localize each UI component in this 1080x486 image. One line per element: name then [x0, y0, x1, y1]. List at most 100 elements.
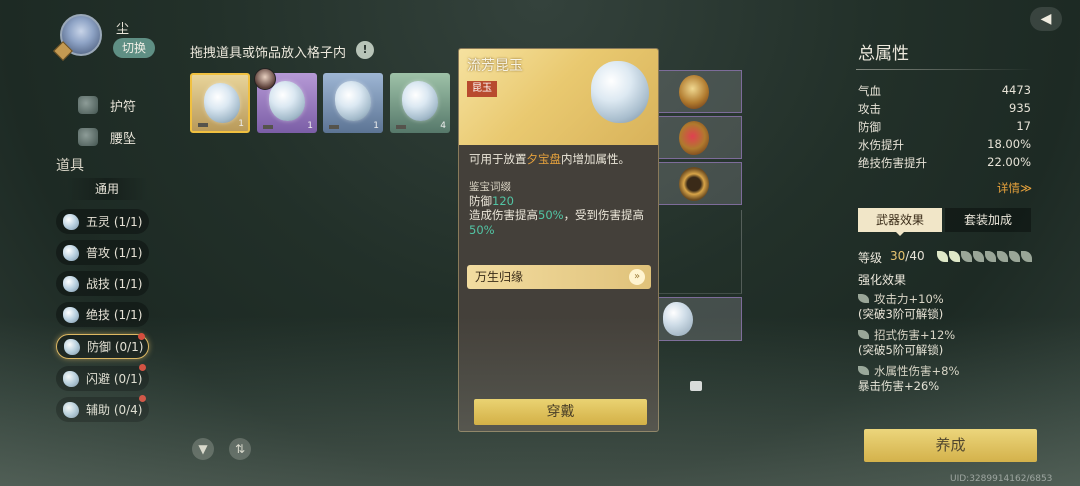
sort-icon[interactable]: ⇅	[229, 438, 251, 460]
equipped-by-avatar	[254, 68, 276, 90]
enhance-title: 强化效果	[858, 273, 907, 287]
affix-defense: 防御120	[469, 194, 514, 208]
switch-character-button[interactable]: 切换	[113, 38, 155, 58]
equip-slot-gem[interactable]	[659, 297, 742, 341]
general-tab[interactable]: 通用	[66, 178, 148, 200]
effect-item: 招式伤害+12% (突破5阶可解锁)	[858, 328, 956, 357]
affix-title: 鉴宝词缀	[469, 181, 511, 193]
set-name: 万生归缘	[475, 270, 524, 284]
equip-slot-3[interactable]	[659, 162, 742, 205]
divider	[856, 69, 1034, 70]
slot-support[interactable]: 辅助 (0/4)	[56, 395, 149, 422]
level-value: 30/40	[890, 249, 925, 263]
equip-slot-2[interactable]	[659, 116, 742, 159]
stat-row: 气血 4473	[858, 83, 1031, 98]
lock-icon	[690, 381, 702, 391]
summary-title: 总属性	[858, 44, 909, 64]
inventory-item[interactable]: 4	[390, 73, 450, 133]
slot-label: 防御 (0/1)	[87, 340, 144, 354]
equip-slot-empty[interactable]	[659, 210, 742, 294]
slot-dodge[interactable]: 闪避 (0/1)	[56, 364, 149, 391]
item-tooltip: 流芳昆玉 昆玉 可用于放置夕宝盘内增加属性。 鉴宝词缀 防御120 造成伤害提高…	[458, 48, 659, 432]
slot-label: 五灵 (1/1)	[86, 215, 143, 229]
slot-label: 普攻 (1/1)	[86, 246, 143, 260]
slot-defense[interactable]: 防御 (0/1)	[56, 333, 149, 359]
gem-icon	[63, 244, 79, 261]
drag-hint: 拖拽道具或饰品放入格子内	[190, 46, 347, 61]
item-count: 1	[307, 121, 313, 131]
slot-battle-skill[interactable]: 战技 (1/1)	[56, 271, 149, 296]
level-pip-icon	[937, 251, 948, 262]
alert-dot	[139, 395, 146, 402]
item-type-tag: 昆玉	[467, 81, 497, 97]
item-count: 1	[238, 119, 244, 129]
effect-item: 攻击力+10% (突破3阶可解锁)	[858, 292, 944, 321]
level-pip-icon	[1009, 251, 1020, 262]
filter-icon[interactable]: ▼	[192, 438, 214, 460]
level-pip-icon	[949, 251, 960, 262]
set-bonus-bar[interactable]: 万生归缘 »	[467, 265, 651, 289]
player-name: 尘	[116, 22, 130, 37]
gem-icon	[64, 338, 80, 355]
category-label: 护符	[110, 99, 137, 115]
jade-gem-icon	[335, 81, 371, 121]
uid-label: UID:3289914162/6853	[950, 474, 1053, 484]
gem-icon	[63, 213, 79, 230]
level-pip-icon	[961, 251, 972, 262]
leaf-icon	[858, 366, 869, 375]
item-count: 1	[373, 121, 379, 131]
inventory-item[interactable]: 1	[323, 73, 383, 133]
level-pip-icon	[985, 251, 996, 262]
jade-gem-icon	[204, 83, 240, 123]
gem-icon	[63, 370, 79, 387]
equip-button[interactable]: 穿戴	[474, 399, 647, 425]
tab-set-bonus[interactable]: 套装加成	[945, 208, 1031, 232]
slot-label: 辅助 (0/4)	[86, 403, 143, 417]
level-pip-icon	[997, 251, 1008, 262]
tooltip-header: 流芳昆玉 昆玉	[459, 49, 658, 145]
category-label: 腰坠	[110, 131, 137, 147]
accessory-icon	[679, 121, 709, 155]
jade-gem-icon	[269, 81, 305, 121]
inventory-item[interactable]: 1	[190, 73, 250, 133]
back-icon[interactable]: ◀	[1030, 7, 1062, 31]
jade-gem-icon	[591, 61, 649, 123]
stat-row: 绝技伤害提升 22.00%	[858, 155, 1031, 170]
item-title: 流芳昆玉	[467, 58, 523, 74]
level-pip-icon	[1021, 251, 1032, 262]
ring-icon	[679, 167, 709, 201]
slot-five-spirits[interactable]: 五灵 (1/1)	[56, 209, 149, 234]
level-label: 等级	[858, 251, 883, 265]
slot-label: 闪避 (0/1)	[86, 372, 143, 386]
alert-dot	[138, 333, 145, 340]
equip-slot-1[interactable]	[659, 70, 742, 113]
stat-row: 防御 17	[858, 119, 1031, 134]
waist-pendant-icon	[78, 128, 98, 146]
tab-pointer	[895, 231, 905, 236]
items-section-title: 道具	[56, 158, 84, 174]
stat-row: 水伤提升 18.00%	[858, 137, 1031, 152]
slot-label: 绝技 (1/1)	[86, 308, 143, 322]
gem-icon	[63, 306, 79, 323]
stat-row: 攻击 935	[858, 101, 1031, 116]
cultivate-button[interactable]: 养成	[864, 429, 1037, 462]
tab-weapon-effect[interactable]: 武器效果	[858, 208, 942, 232]
help-icon[interactable]: !	[356, 41, 374, 59]
accessory-icon	[679, 75, 709, 109]
effect-item: 水属性伤害+8% 暴击伤害+26%	[858, 364, 960, 393]
leaf-icon	[858, 294, 869, 303]
category-amulet[interactable]: 护符	[78, 94, 136, 116]
gem-icon	[63, 401, 79, 418]
level-pip-icon	[973, 251, 984, 262]
alert-dot	[139, 364, 146, 371]
slot-ultimate[interactable]: 绝技 (1/1)	[56, 302, 149, 327]
affix-damage: 造成伤害提高50%，受到伤害提高50%	[469, 208, 645, 237]
details-link[interactable]: 详情≫	[997, 180, 1032, 196]
slot-normal-attack[interactable]: 普攻 (1/1)	[56, 240, 149, 265]
category-waist-pendant[interactable]: 腰坠	[78, 126, 136, 148]
chevron-right-icon: »	[629, 269, 645, 285]
item-description: 可用于放置夕宝盘内增加属性。	[469, 152, 630, 166]
item-count: 4	[440, 121, 446, 131]
jade-gem-icon	[402, 81, 438, 121]
amulet-icon	[78, 96, 98, 114]
